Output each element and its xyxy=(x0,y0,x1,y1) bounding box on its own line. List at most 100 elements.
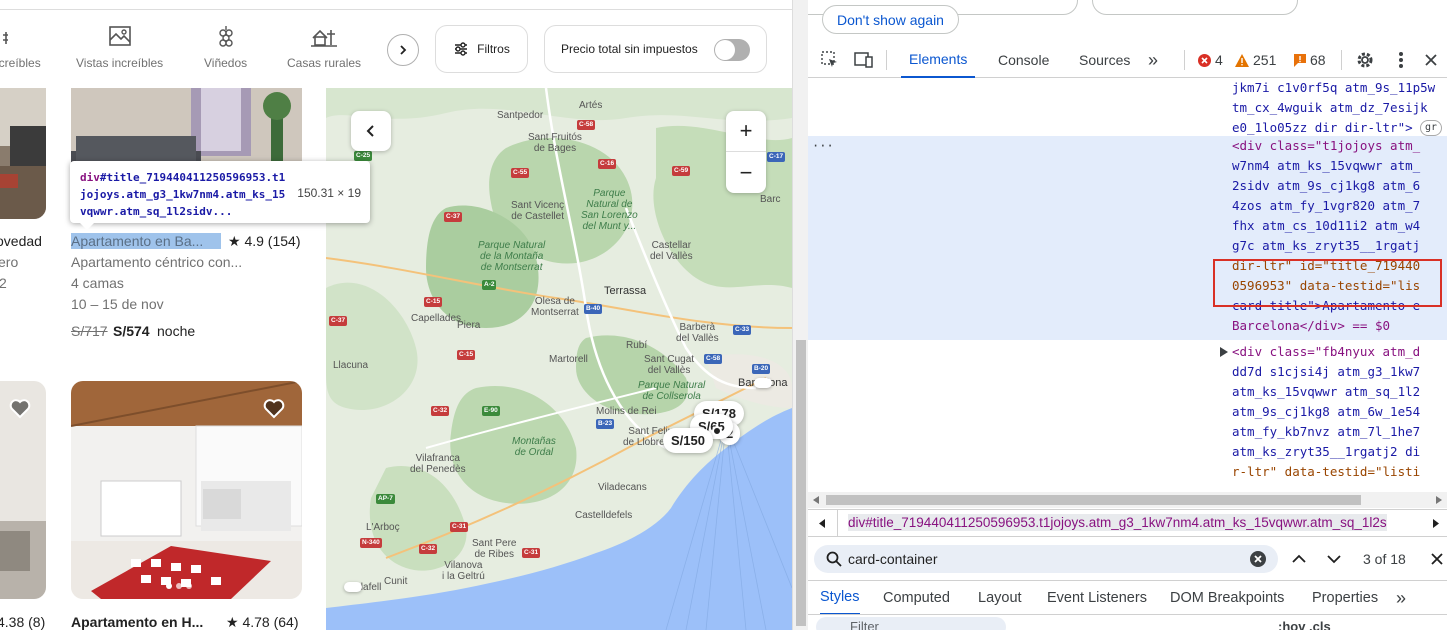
scroll-left-icon[interactable] xyxy=(813,496,819,504)
dom-node[interactable]: jkm7i c1v0rf5q atm_9s_11p5w tm_cx_4wguik… xyxy=(808,78,1447,136)
more-tabs-button[interactable]: » xyxy=(1140,42,1166,78)
hov-cls-buttons[interactable]: :hov .cls xyxy=(1278,619,1331,630)
page-scrollbar[interactable] xyxy=(792,0,808,630)
chevron-down-icon[interactable] xyxy=(1327,554,1341,564)
kebab-menu-icon[interactable] xyxy=(1391,50,1411,70)
grid-badge[interactable]: gr xyxy=(1420,120,1443,136)
zoom-in-button[interactable]: + xyxy=(726,111,766,152)
sliders-icon xyxy=(455,42,468,56)
dom-line: jkm7i c1v0rf5q atm_9s_11p5w xyxy=(1232,80,1436,95)
styles-filter-input[interactable]: Filter xyxy=(816,617,1006,630)
price-pin-small[interactable] xyxy=(754,378,772,388)
category-item[interactable]: Viñedos xyxy=(204,24,247,70)
warnings-badge[interactable]: 251 xyxy=(1235,52,1276,68)
grapes-icon xyxy=(218,26,233,47)
road-shield: C-33 xyxy=(733,325,752,335)
map-place: Castelldefels xyxy=(575,510,633,521)
listing-rating: ★ 4.78 (64) xyxy=(226,614,299,630)
road-shield: C-37 xyxy=(329,316,348,326)
zoom-out-button[interactable]: − xyxy=(726,152,766,193)
tab-computed[interactable]: Computed xyxy=(883,581,950,615)
map-place: Capellades xyxy=(411,313,462,324)
map-place: Sant Fruitós de Bages xyxy=(528,132,582,154)
view-icon xyxy=(108,26,131,46)
map-place: Piera xyxy=(457,320,481,331)
more-panes-button[interactable]: » xyxy=(1396,581,1406,615)
tab-layout[interactable]: Layout xyxy=(978,581,1022,615)
listing-subtitle: Apartamento céntrico con... xyxy=(71,254,243,270)
heart-icon[interactable] xyxy=(8,396,32,420)
clear-search-icon[interactable] xyxy=(1250,551,1266,567)
banner-pill[interactable] xyxy=(1092,0,1298,15)
devtools-banner: Don't show again xyxy=(808,0,1447,42)
dom-scrollbar-thumb[interactable] xyxy=(826,495,1361,505)
listing-title-partial[interactable]: ovedad xyxy=(0,233,42,249)
issues-badge[interactable]: 68 xyxy=(1294,52,1326,68)
inspector-tooltip: div#title_719440411250596953.t1jojoys.at… xyxy=(70,161,370,223)
inspect-element-icon[interactable] xyxy=(820,50,840,70)
listing-title[interactable]: Apartamento en H... xyxy=(71,614,203,630)
tab-properties[interactable]: Properties xyxy=(1312,581,1378,615)
category-item[interactable]: Vistas increíbles xyxy=(76,24,163,70)
category-bar: ncreíbles Vistas increíbles Viñedos Casa… xyxy=(0,10,792,88)
map-place: Castellar del Vallès xyxy=(650,240,693,262)
category-item[interactable]: ncreíbles xyxy=(0,24,41,70)
tab-event-listeners[interactable]: Event Listeners xyxy=(1047,581,1147,615)
chevron-up-icon[interactable] xyxy=(1292,554,1306,564)
price-toggle-container[interactable]: Precio total sin impuestos xyxy=(544,25,767,73)
category-label: Vistas increíbles xyxy=(76,56,164,70)
listing-old-price: S/717 xyxy=(71,323,108,339)
total-price-toggle[interactable] xyxy=(714,39,750,61)
heart-icon[interactable] xyxy=(262,396,286,420)
search-input[interactable]: card-container xyxy=(814,545,1278,573)
close-icon[interactable] xyxy=(1421,50,1441,70)
page-scrollbar-thumb[interactable] xyxy=(796,340,806,626)
listing-rating-partial: 4.38 (8) xyxy=(0,614,46,630)
map-location-dot xyxy=(712,426,722,436)
category-item[interactable]: Casas rurales xyxy=(287,24,361,70)
road-shield: C-25 xyxy=(354,151,373,161)
categories-next-button[interactable] xyxy=(387,34,419,66)
tooltip-dimensions: 150.31 × 19 xyxy=(297,186,361,200)
element-breadcrumb: div#title_719440411250596953.t1jojoys.at… xyxy=(808,509,1447,537)
dom-line: Barcelona</div> == $0 xyxy=(1232,318,1391,333)
dont-show-again-button[interactable]: Don't show again xyxy=(822,5,959,34)
map-place: Rubí xyxy=(626,340,648,351)
breadcrumb-selected[interactable]: div#title_719440411250596953.t1jojoys.at… xyxy=(848,514,1387,531)
scroll-right-icon[interactable] xyxy=(1436,496,1442,504)
road-shield: E-90 xyxy=(482,406,500,416)
tab-console[interactable]: Console xyxy=(990,42,1057,78)
gear-icon[interactable] xyxy=(1355,50,1375,70)
dom-node-selected[interactable]: ··· <div class="t1jojoys atm_ w7nm4 atm_… xyxy=(808,136,1447,340)
dom-line: atm_fy_kb7nvz atm_7l_1he7 xyxy=(1232,424,1421,439)
tab-sources[interactable]: Sources xyxy=(1071,42,1138,78)
listing-image[interactable] xyxy=(0,88,46,219)
listing-title[interactable]: Apartamento en Ba... xyxy=(71,233,221,249)
map-place: Montañas de Ordal xyxy=(512,436,556,458)
tab-styles[interactable]: Styles xyxy=(820,581,860,615)
tooltip-selector: #title_719440411250596953.t1jojoys.atm_g… xyxy=(80,171,286,218)
devtools-tabbar: Elements Console Sources » 4 251 68 xyxy=(808,42,1447,78)
map-collapse-button[interactable] xyxy=(351,111,391,151)
close-search-icon[interactable] xyxy=(1430,552,1444,566)
dom-horizontal-scrollbar[interactable] xyxy=(808,492,1447,508)
device-toolbar-icon[interactable] xyxy=(854,50,874,70)
tab-elements[interactable]: Elements xyxy=(901,42,976,78)
road-shield: B-40 xyxy=(584,304,603,314)
chevron-right-icon xyxy=(400,45,407,55)
breadcrumb-right-icon[interactable] xyxy=(1433,519,1439,528)
price-pin[interactable]: S/150 xyxy=(663,428,713,453)
dom-node[interactable]: <div class="fb4nyux atm_d dd7d s1cjsi4j … xyxy=(808,342,1447,492)
price-pin-small[interactable] xyxy=(344,582,362,592)
node-ellipsis[interactable]: ··· xyxy=(812,136,834,156)
styles-filter-row: Filter :hov .cls xyxy=(808,614,1447,630)
expand-triangle-icon[interactable] xyxy=(1220,347,1228,357)
map-place: Artés xyxy=(579,100,603,111)
errors-badge[interactable]: 4 xyxy=(1198,52,1223,68)
map-place: Barc xyxy=(760,194,781,205)
tab-dom-breakpoints[interactable]: DOM Breakpoints xyxy=(1170,581,1284,615)
filters-button[interactable]: Filtros xyxy=(435,25,528,73)
tooltip-arrow xyxy=(80,223,94,230)
map-place: Vilafranca del Penedès xyxy=(410,453,466,475)
map[interactable]: Artés Santpedor Sant Fruitós de Bages Ba… xyxy=(326,88,792,630)
